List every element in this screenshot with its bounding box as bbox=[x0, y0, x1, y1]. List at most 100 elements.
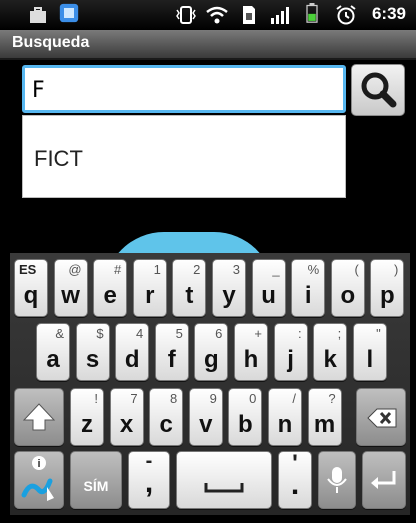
enter-key[interactable] bbox=[362, 451, 406, 509]
key-p[interactable]: ) p bbox=[370, 259, 405, 317]
page-title: Busqueda bbox=[12, 34, 90, 51]
key-label: q bbox=[23, 282, 39, 309]
key-l[interactable]: " l bbox=[352, 323, 387, 381]
key-alt-label: 5 bbox=[175, 326, 183, 341]
status-time: 6:39 bbox=[371, 4, 406, 23]
key-label: h bbox=[243, 346, 259, 373]
key-alt-label: ! bbox=[94, 391, 98, 406]
search-input[interactable] bbox=[32, 76, 322, 104]
suggestion-label: FICT bbox=[34, 146, 83, 171]
key-alt-label: 8 bbox=[169, 391, 178, 406]
key-o[interactable]: (o bbox=[330, 259, 365, 317]
key-label: m bbox=[313, 411, 336, 438]
key-t[interactable]: 2t bbox=[172, 259, 207, 317]
voice-input-key[interactable] bbox=[318, 451, 356, 509]
key-alt-label: % bbox=[307, 262, 320, 277]
shift-key[interactable] bbox=[14, 388, 64, 446]
key-v[interactable]: 9v bbox=[188, 388, 223, 446]
key-label: x bbox=[119, 411, 134, 438]
key-r[interactable]: 1r bbox=[132, 259, 167, 317]
key-alt-label: : bbox=[297, 326, 302, 341]
microphone-icon bbox=[327, 467, 347, 493]
status-bar: 6:39 bbox=[0, 0, 416, 30]
key-label: w bbox=[61, 282, 80, 309]
search-button[interactable] bbox=[351, 64, 405, 116]
suggestion-item[interactable]: FICT bbox=[23, 116, 345, 197]
key-label: p bbox=[380, 282, 395, 309]
key-alt-label: ) bbox=[394, 262, 399, 277]
key-alt-label: ; bbox=[337, 326, 342, 341]
key-u[interactable]: _ u bbox=[251, 259, 286, 317]
key-alt-label: ( bbox=[354, 262, 359, 277]
key-h[interactable]: + h bbox=[234, 323, 268, 381]
key-label: v bbox=[199, 411, 213, 438]
period-key-label: . bbox=[290, 468, 300, 501]
key-alt-label: " bbox=[376, 326, 381, 341]
app-content: FICT bbox=[0, 60, 416, 292]
key-alt-label: _ bbox=[272, 262, 280, 277]
key-alt-label: 4 bbox=[135, 326, 144, 341]
key-label: t bbox=[185, 282, 194, 309]
key-k[interactable]: ; k bbox=[313, 323, 348, 381]
key-c[interactable]: 8c bbox=[149, 388, 184, 446]
wifi-icon bbox=[206, 6, 228, 24]
key-alt-label: 7 bbox=[130, 391, 138, 406]
key-label: k bbox=[323, 346, 337, 373]
space-bar-icon bbox=[204, 483, 244, 493]
key-label: z bbox=[81, 411, 93, 438]
key-n[interactable]: / n bbox=[268, 388, 302, 446]
backspace-icon bbox=[367, 408, 397, 428]
key-alt-label: & bbox=[55, 326, 64, 341]
options-key[interactable]: i bbox=[14, 451, 64, 509]
key-w[interactable]: @ w bbox=[53, 259, 88, 317]
key-alt-label: $ bbox=[96, 326, 104, 341]
backspace-key[interactable] bbox=[356, 388, 406, 446]
key-label: o bbox=[340, 282, 356, 309]
symbols-key[interactable]: SÍM bbox=[70, 451, 122, 509]
key-label: r bbox=[145, 282, 155, 309]
comma-key-label: , bbox=[144, 466, 154, 499]
key-j[interactable]: :j bbox=[273, 323, 308, 381]
key-alt-label: / bbox=[292, 391, 296, 406]
bottom-edge bbox=[0, 515, 416, 523]
key-alt-label: + bbox=[254, 326, 262, 341]
key-label: l bbox=[366, 346, 374, 373]
key-q[interactable]: ES q bbox=[14, 259, 48, 317]
alarm-icon bbox=[336, 5, 356, 25]
key-f[interactable]: 5f bbox=[154, 323, 189, 381]
key-alt-label: 2 bbox=[193, 262, 201, 277]
key-z[interactable]: ! z bbox=[70, 388, 104, 446]
svg-text:i: i bbox=[37, 458, 40, 470]
space-key[interactable] bbox=[176, 451, 272, 509]
symbols-key-label: SÍM bbox=[83, 478, 109, 494]
key-d[interactable]: 4d bbox=[115, 323, 150, 381]
key-alt-label: ES bbox=[19, 262, 37, 277]
vibrate-icon bbox=[176, 6, 196, 24]
key-y[interactable]: 3y bbox=[212, 259, 246, 317]
key-s[interactable]: $ s bbox=[75, 323, 110, 381]
key-alt-label: 0 bbox=[249, 391, 257, 406]
search-field[interactable] bbox=[22, 65, 346, 113]
battery-icon bbox=[306, 3, 318, 23]
key-label: u bbox=[261, 282, 276, 309]
key-e[interactable]: # e bbox=[93, 259, 128, 317]
key-label: b bbox=[238, 411, 253, 438]
key-i[interactable]: % i bbox=[291, 259, 326, 317]
key-alt-label: @ bbox=[68, 262, 82, 277]
key-label: g bbox=[204, 346, 219, 373]
app-notification-icon bbox=[59, 3, 79, 23]
key-label: y bbox=[222, 282, 236, 309]
key-alt-label: 6 bbox=[215, 326, 223, 341]
key-x[interactable]: 7x bbox=[109, 388, 144, 446]
briefcase-icon bbox=[30, 7, 46, 23]
key-b[interactable]: 0b bbox=[228, 388, 263, 446]
title-bar: Busqueda bbox=[0, 30, 416, 60]
sim-icon bbox=[243, 6, 255, 24]
key-label: i bbox=[304, 282, 312, 309]
period-key[interactable]: ' . bbox=[278, 450, 312, 509]
comma-key[interactable]: - , bbox=[128, 450, 170, 509]
key-g[interactable]: 6g bbox=[194, 323, 229, 381]
key-m[interactable]: ? m bbox=[307, 388, 342, 446]
key-alt-label: 1 bbox=[153, 262, 161, 277]
key-a[interactable]: & a bbox=[36, 323, 70, 381]
